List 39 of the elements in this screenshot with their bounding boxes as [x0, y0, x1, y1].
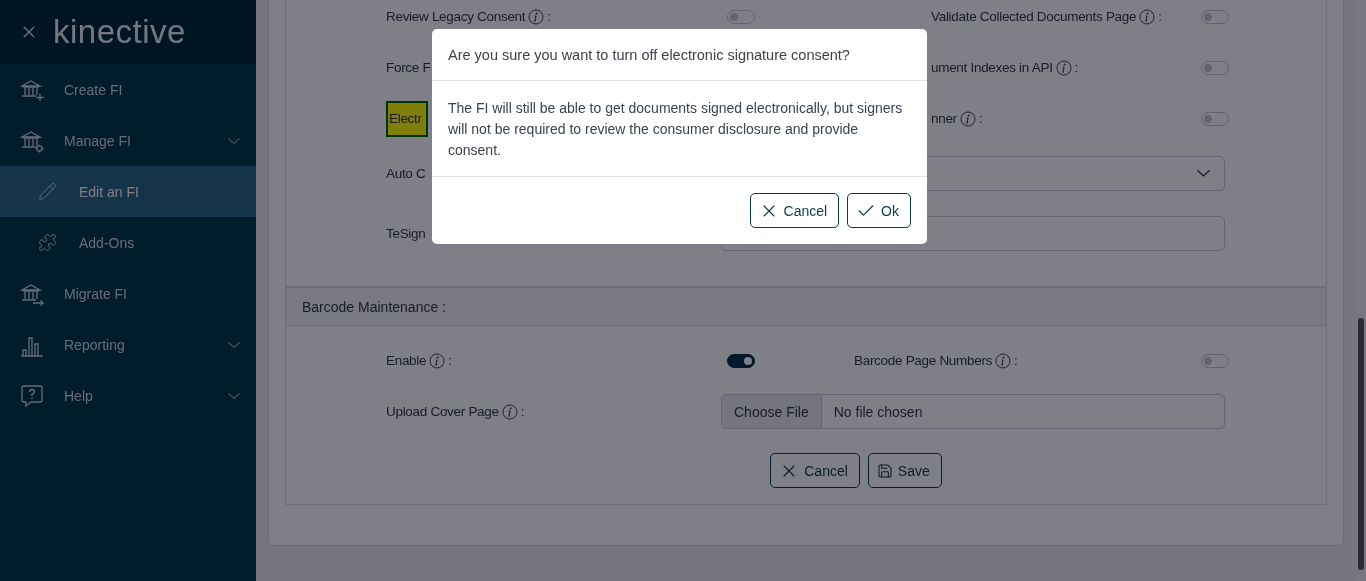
ok-button[interactable]: Ok: [847, 193, 911, 228]
save-button[interactable]: Save: [867, 453, 942, 488]
pencil-icon: [38, 182, 57, 201]
toggle-switch[interactable]: [727, 353, 755, 368]
logo: kinective: [53, 13, 186, 51]
sidebar-item[interactable]: Manage FI: [0, 115, 256, 166]
cancel-button[interactable]: Cancel: [749, 193, 840, 228]
sidebar-item[interactable]: Migrate FI: [0, 268, 256, 319]
field-label: Auto C: [386, 166, 426, 181]
field-label: Upload Cover Page :: [386, 403, 525, 420]
info-icon[interactable]: [429, 352, 446, 369]
cancel-button[interactable]: Cancel: [770, 453, 860, 488]
field-label: nner :: [931, 110, 983, 127]
dialog-message: The FI will still be able to get documents signed electronically, but signers will not be required to review the consumer disclosure and provide consent.: [432, 81, 927, 177]
field-label: Barcode Page Numbers :: [854, 352, 1018, 369]
field-label: Validate Collected Documents Page :: [931, 8, 1162, 25]
sidebar-item[interactable]: Reporting: [0, 319, 256, 370]
sidebar-item[interactable]: Create FI: [0, 64, 256, 115]
info-icon[interactable]: [1139, 8, 1156, 25]
info-icon[interactable]: [1055, 59, 1072, 76]
field-label: Force F: [386, 60, 431, 75]
field-label: Enable :: [386, 352, 452, 369]
field-label: Review Legacy Consent :: [386, 8, 551, 25]
puzzle-icon: [38, 233, 57, 252]
file-input[interactable]: Choose File No file chosen: [721, 394, 1225, 429]
info-icon[interactable]: [528, 8, 545, 25]
section-header: Barcode Maintenance :: [286, 288, 1326, 326]
highlighted-label: Electr: [386, 100, 428, 137]
chevron-down-icon: [1197, 170, 1210, 177]
info-icon[interactable]: [995, 352, 1012, 369]
info-icon[interactable]: [959, 110, 976, 127]
sidebar-subitem[interactable]: Edit an FI: [0, 166, 256, 217]
help-bubble-icon: [20, 383, 44, 408]
sidebar-item[interactable]: Help: [0, 370, 256, 421]
field-label: ument Indexes in API :: [931, 59, 1079, 76]
sidebar-subitem[interactable]: Add-Ons: [0, 217, 256, 268]
field-label: TeSign: [386, 225, 426, 241]
dialog-title: Are you sure you want to turn off electronic signature consent?: [432, 29, 927, 81]
info-icon[interactable]: [501, 403, 518, 420]
